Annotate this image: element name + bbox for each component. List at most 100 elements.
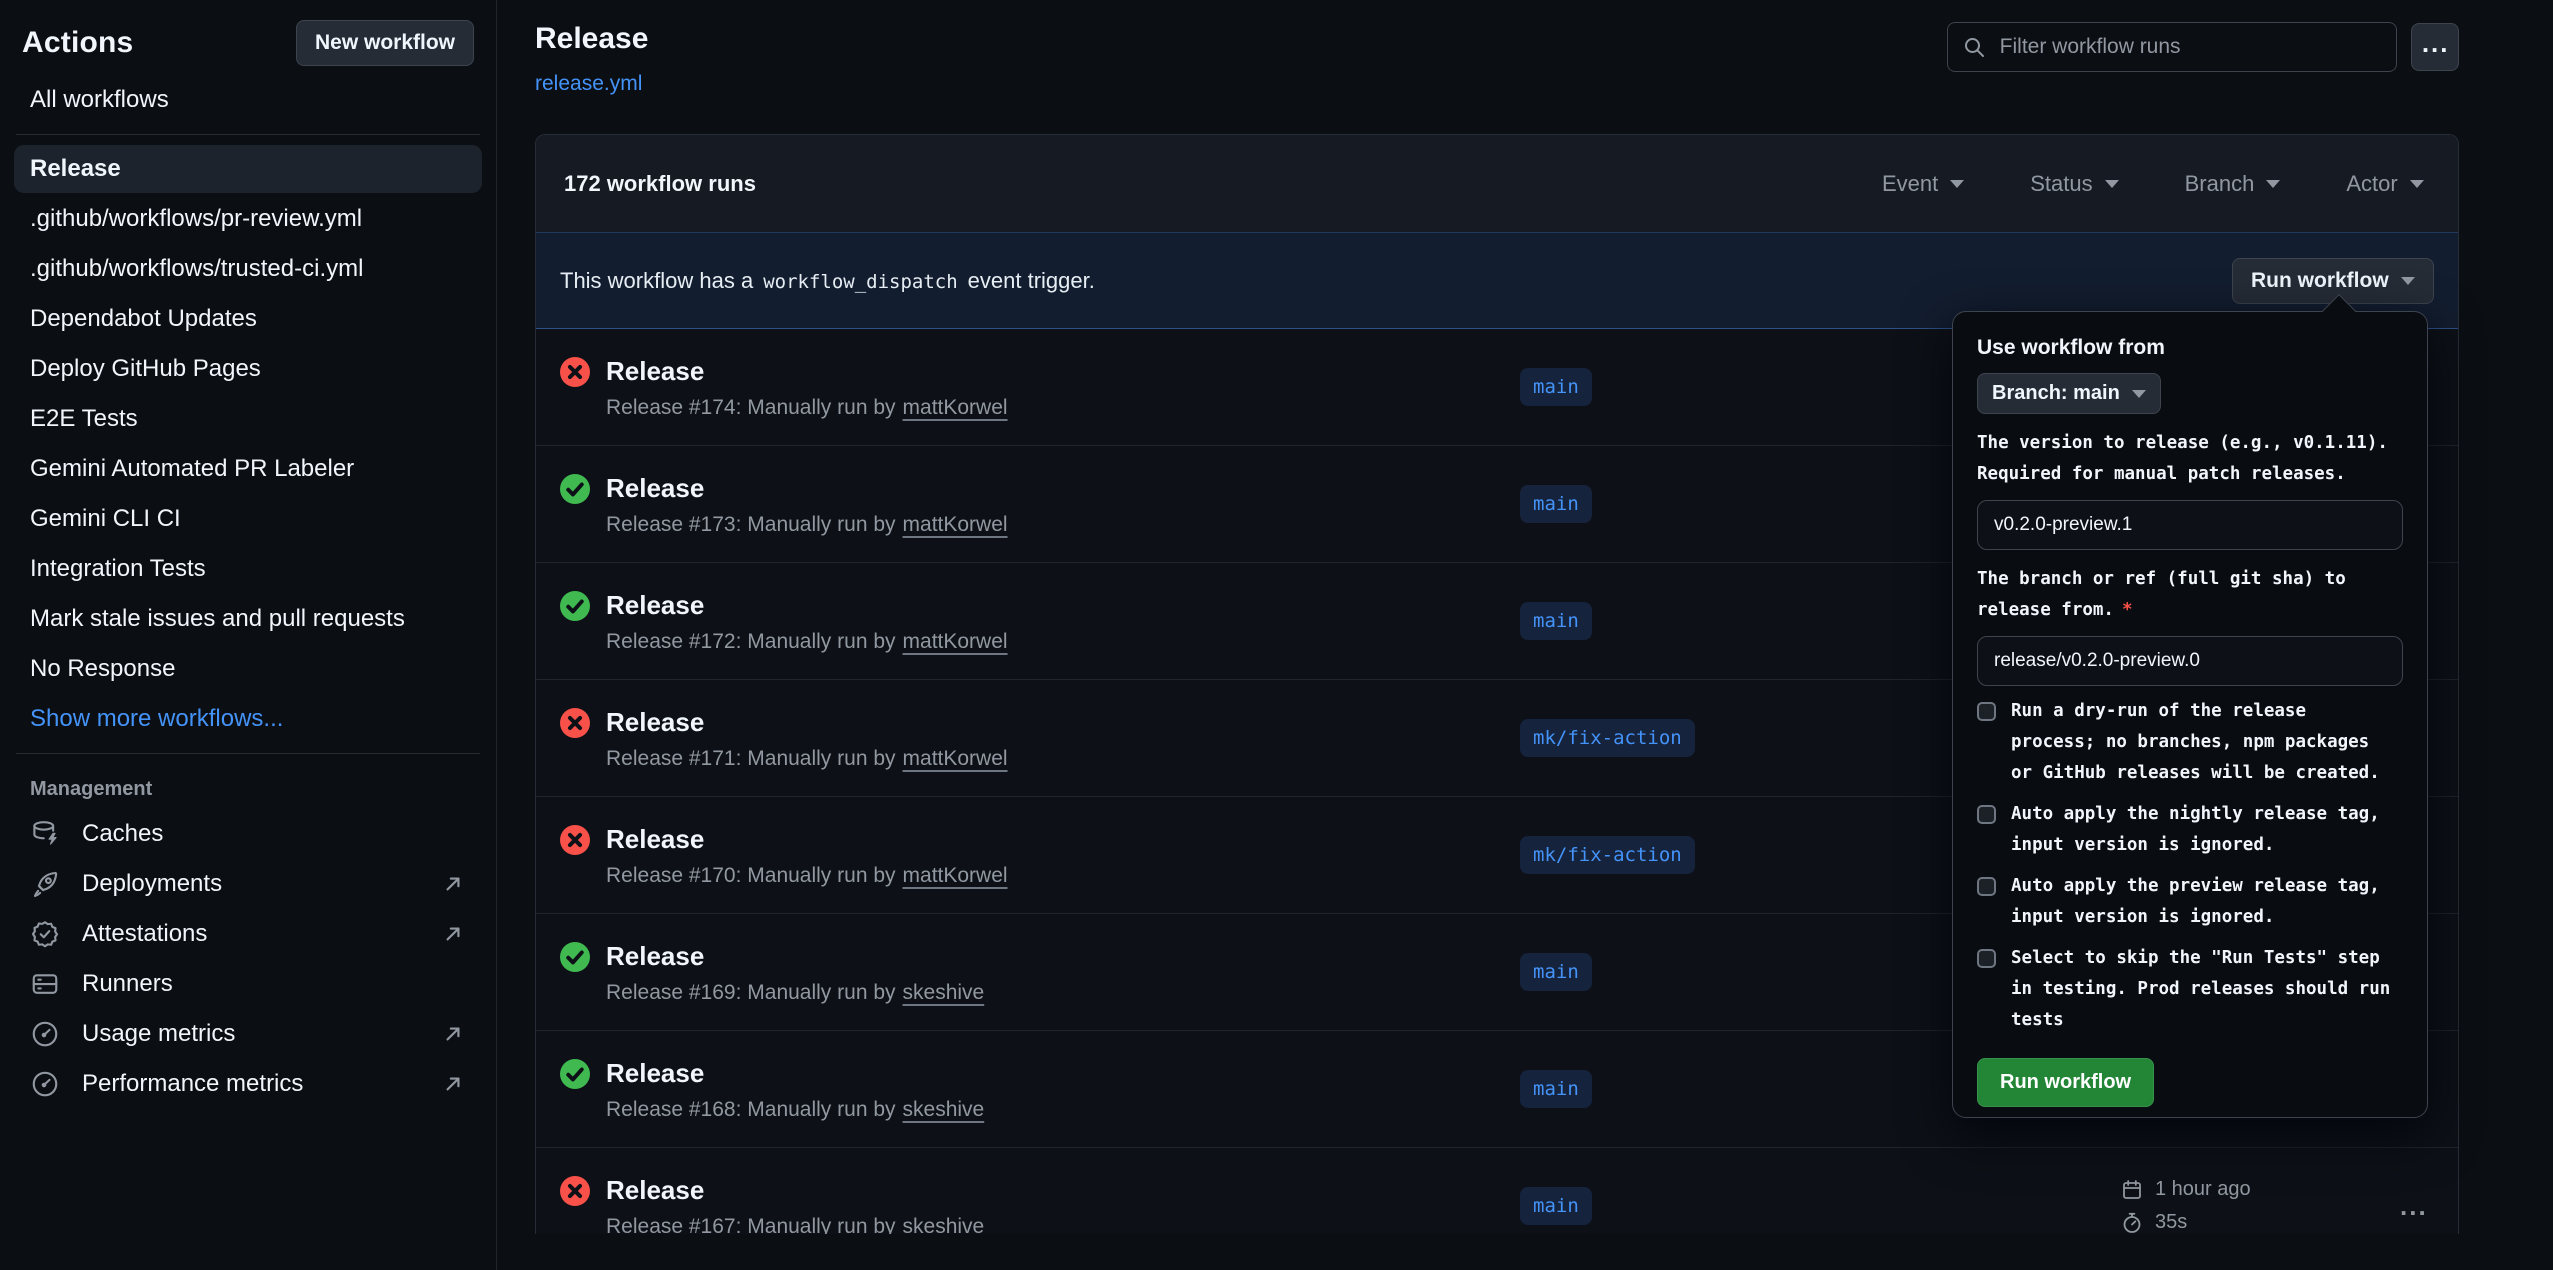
run-title-link[interactable]: Release	[606, 823, 704, 855]
filter-actor[interactable]: Actor	[2340, 170, 2429, 198]
actor-link[interactable]: mattKorwel	[903, 630, 1008, 653]
sidebar-item-no-response[interactable]: No Response	[14, 645, 482, 693]
preview-tag-option: Auto apply the preview release tag, inpu…	[1977, 871, 2403, 933]
run-title-link[interactable]: Release	[606, 1174, 704, 1206]
run-timing: 1 hour ago 35s	[2120, 1178, 2400, 1235]
cache-icon	[30, 819, 60, 849]
header-actions: ...	[1947, 22, 2459, 72]
actor-link[interactable]: skeshive	[903, 981, 985, 1004]
actor-link[interactable]: mattKorwel	[903, 396, 1008, 419]
page-title-block: Release release.yml	[535, 22, 648, 96]
main-content: Release release.yml ... 172 workflow run…	[497, 0, 2553, 1270]
sidebar-item-label: Usage metrics	[82, 1020, 235, 1048]
run-title-link[interactable]: Release	[606, 472, 704, 504]
sidebar-item-label: Attestations	[82, 920, 207, 948]
run-status-success-icon	[560, 942, 590, 972]
branch-badge[interactable]: mk/fix-action	[1520, 836, 1695, 874]
sidebar-item-usage-metrics[interactable]: Usage metrics	[14, 1009, 482, 1059]
branch-selector-button[interactable]: Branch: main	[1977, 373, 2161, 414]
actor-link[interactable]: mattKorwel	[903, 747, 1008, 770]
rocket-icon	[30, 869, 60, 899]
sidebar-item-gemini-cli-ci[interactable]: Gemini CLI CI	[14, 495, 482, 543]
run-title-link[interactable]: Release	[606, 706, 704, 738]
sidebar-item-all-workflows[interactable]: All workflows	[14, 76, 482, 124]
version-input[interactable]	[1977, 500, 2403, 550]
server-icon	[30, 969, 60, 999]
sidebar-item-mark-stale[interactable]: Mark stale issues and pull requests	[14, 595, 482, 643]
filter-runs-search[interactable]	[1947, 22, 2397, 72]
run-workflow-submit-button[interactable]: Run workflow	[1977, 1058, 2154, 1107]
new-workflow-button[interactable]: New workflow	[296, 20, 474, 66]
run-title-link[interactable]: Release	[606, 589, 704, 621]
filter-runs-input[interactable]	[1998, 34, 2382, 60]
actions-page: Actions New workflow All workflows Relea…	[0, 0, 2553, 1270]
sidebar-item-attestations[interactable]: Attestations	[14, 909, 482, 959]
dry-run-checkbox[interactable]	[1977, 702, 1996, 721]
branch-badge[interactable]: main	[1520, 368, 1592, 406]
runs-list-header: 172 workflow runs Event Status Branch Ac…	[536, 135, 2458, 232]
nightly-tag-option: Auto apply the nightly release tag, inpu…	[1977, 799, 2403, 861]
branch-badge[interactable]: main	[1520, 485, 1592, 523]
filter-event[interactable]: Event	[1876, 170, 1970, 198]
page-title: Release	[535, 22, 648, 56]
skip-tests-checkbox[interactable]	[1977, 949, 1996, 968]
run-title-link[interactable]: Release	[606, 355, 704, 387]
sidebar-item-e2e-tests[interactable]: E2E Tests	[14, 395, 482, 443]
dispatch-banner-text: This workflow has a workflow_dispatch ev…	[560, 268, 1095, 294]
run-title-link[interactable]: Release	[606, 940, 704, 972]
sidebar-item-integration-tests[interactable]: Integration Tests	[14, 545, 482, 593]
sidebar-item-gemini-pr-labeler[interactable]: Gemini Automated PR Labeler	[14, 445, 482, 493]
sidebar-item-performance-metrics[interactable]: Performance metrics	[14, 1059, 482, 1109]
branch-badge[interactable]: main	[1520, 953, 1592, 991]
sidebar-item-trusted-ci[interactable]: .github/workflows/trusted-ci.yml	[14, 245, 482, 293]
sidebar-item-deploy-github-pages[interactable]: Deploy GitHub Pages	[14, 345, 482, 393]
sidebar-item-label: Runners	[82, 970, 173, 998]
external-link-icon	[440, 1021, 466, 1047]
version-help-text: The version to release (e.g., v0.1.11). …	[1977, 428, 2403, 490]
sidebar-item-dependabot-updates[interactable]: Dependabot Updates	[14, 295, 482, 343]
sidebar-item-label: Deployments	[82, 870, 222, 898]
run-workflow-dropdown-button[interactable]: Run workflow	[2232, 258, 2434, 304]
run-title-link[interactable]: Release	[606, 1057, 704, 1089]
actor-link[interactable]: skeshive	[903, 1098, 985, 1121]
filter-status[interactable]: Status	[2024, 170, 2124, 198]
run-duration: 35s	[2155, 1211, 2187, 1234]
runs-count: 172 workflow runs	[564, 171, 756, 197]
preview-tag-checkbox[interactable]	[1977, 877, 1996, 896]
run-kebab-menu[interactable]: ...	[2400, 1201, 2458, 1211]
actor-link[interactable]: skeshive	[903, 1215, 985, 1235]
chevron-down-icon	[2105, 180, 2119, 188]
nightly-tag-checkbox[interactable]	[1977, 805, 1996, 824]
actor-link[interactable]: mattKorwel	[903, 864, 1008, 887]
sidebar-item-deployments[interactable]: Deployments	[14, 859, 482, 909]
workflow-kebab-button[interactable]: ...	[2411, 23, 2459, 71]
sidebar-divider	[16, 753, 480, 754]
run-time: 1 hour ago	[2155, 1178, 2251, 1201]
run-description: Release #170: Manually run bymattKorwel	[606, 864, 1008, 888]
run-status-failure-icon	[560, 708, 590, 738]
run-description: Release #168: Manually run byskeshive	[606, 1098, 984, 1122]
sidebar-header: Actions New workflow	[22, 20, 474, 66]
workflow-file-link[interactable]: release.yml	[535, 72, 642, 96]
run-status-failure-icon	[560, 825, 590, 855]
sidebar-item-release[interactable]: Release	[14, 145, 482, 193]
sidebar-item-runners[interactable]: Runners	[14, 959, 482, 1009]
sidebar-item-caches[interactable]: Caches	[14, 809, 482, 859]
ref-help-text: The branch or ref (full git sha) to rele…	[1977, 564, 2403, 626]
branch-badge[interactable]: mk/fix-action	[1520, 719, 1695, 757]
actor-link[interactable]: mattKorwel	[903, 513, 1008, 536]
workflow-list: All workflows Release .github/workflows/…	[14, 76, 482, 743]
management-section: Management Caches Deployments	[14, 764, 482, 1109]
branch-badge[interactable]: main	[1520, 602, 1592, 640]
branch-badge[interactable]: main	[1520, 1187, 1592, 1225]
filter-branch[interactable]: Branch	[2179, 170, 2287, 198]
run-status-failure-icon	[560, 357, 590, 387]
ref-input[interactable]	[1977, 636, 2403, 686]
show-more-workflows-link[interactable]: Show more workflows...	[14, 695, 482, 743]
search-icon	[1962, 35, 1986, 59]
branch-badge[interactable]: main	[1520, 1070, 1592, 1108]
chevron-down-icon	[2410, 180, 2424, 188]
run-status-success-icon	[560, 591, 590, 621]
sidebar-item-pr-review[interactable]: .github/workflows/pr-review.yml	[14, 195, 482, 243]
sidebar: Actions New workflow All workflows Relea…	[0, 0, 497, 1270]
